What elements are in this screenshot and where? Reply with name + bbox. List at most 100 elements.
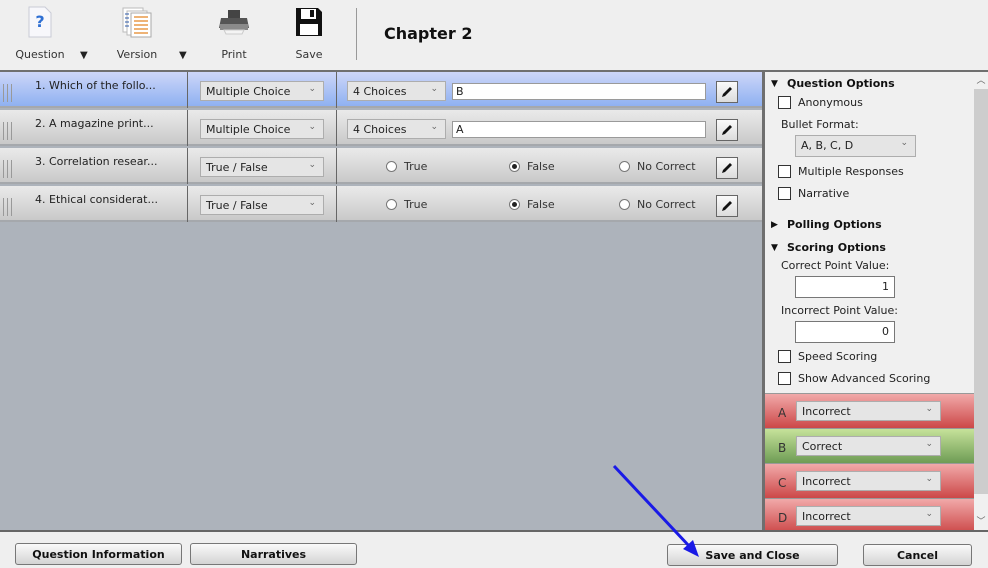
question-type-select[interactable]: Multiple Choice ⌄ xyxy=(200,81,324,101)
radio-false[interactable]: False xyxy=(509,198,555,211)
edit-question-button[interactable] xyxy=(716,119,738,141)
pencil-icon xyxy=(722,125,732,135)
print-label: Print xyxy=(221,48,247,61)
question-row[interactable]: 1. Which of the follo... Multiple Choice… xyxy=(0,72,762,108)
drag-handle[interactable] xyxy=(3,84,12,102)
question-type-select[interactable]: True / False ⌄ xyxy=(200,195,324,215)
checkbox[interactable] xyxy=(778,187,791,200)
choices-count-select[interactable]: 4 Choices ⌄ xyxy=(347,119,446,139)
question-icon: ? xyxy=(28,6,52,38)
radio-button[interactable] xyxy=(619,161,630,172)
narrative-checkbox[interactable]: Narrative xyxy=(778,187,849,200)
print-button[interactable]: Print xyxy=(214,0,254,68)
drag-handle[interactable] xyxy=(3,198,12,216)
checkbox[interactable] xyxy=(778,165,791,178)
radio-no-correct[interactable]: No Correct xyxy=(619,198,696,211)
answer-letter: D xyxy=(778,511,788,525)
checkbox-label: Show Advanced Scoring xyxy=(798,372,931,385)
radio-no-correct[interactable]: No Correct xyxy=(619,160,696,173)
radio-true[interactable]: True xyxy=(386,160,427,173)
drag-handle[interactable] xyxy=(3,160,12,178)
question-information-button[interactable]: Question Information xyxy=(15,543,182,565)
cancel-button[interactable]: Cancel xyxy=(863,544,972,566)
question-row[interactable]: 2. A magazine print... Multiple Choice ⌄ … xyxy=(0,110,762,146)
question-button[interactable]: ? Question xyxy=(14,0,66,68)
multiple-responses-checkbox[interactable]: Multiple Responses xyxy=(778,165,904,178)
edit-question-button[interactable] xyxy=(716,81,738,103)
radio-button[interactable] xyxy=(509,199,520,210)
question-dropdown-arrow[interactable]: ▼ xyxy=(80,50,88,61)
scroll-down-icon[interactable]: ﹀ xyxy=(974,514,988,528)
correct-answer-input[interactable]: B xyxy=(452,83,706,100)
floppy-save-icon xyxy=(296,8,322,36)
correct-point-label: Correct Point Value: xyxy=(781,259,890,272)
radio-button[interactable] xyxy=(619,199,630,210)
answer-score-value: Incorrect xyxy=(802,405,851,418)
chevron-down-icon: ⌄ xyxy=(308,122,316,132)
drag-handle[interactable] xyxy=(3,122,12,140)
triangle-right-icon: ▶ xyxy=(771,219,778,230)
answer-score-value: Incorrect xyxy=(802,510,851,523)
chevron-down-icon: ⌄ xyxy=(925,474,933,484)
triangle-down-icon: ▼ xyxy=(771,78,778,89)
answer-score-select[interactable]: Incorrect ⌄ xyxy=(796,506,941,526)
scoring-options-header[interactable]: ▼ Scoring Options xyxy=(771,241,886,254)
checkbox[interactable] xyxy=(778,372,791,385)
bullet-format-label: Bullet Format: xyxy=(781,118,859,131)
chevron-down-icon: ⌄ xyxy=(900,138,908,148)
chevron-down-icon: ⌄ xyxy=(308,198,316,208)
column-divider xyxy=(336,110,337,146)
checkbox[interactable] xyxy=(778,350,791,363)
polling-options-header[interactable]: ▶ Polling Options xyxy=(771,218,882,231)
question-row[interactable]: 4. Ethical considerat... True / False ⌄ T… xyxy=(0,186,762,222)
incorrect-point-input[interactable]: 0 xyxy=(795,321,895,343)
column-divider xyxy=(187,110,188,146)
chevron-down-icon: ⌄ xyxy=(308,84,316,94)
version-button[interactable]: Version xyxy=(114,0,160,68)
correct-answer-input[interactable]: A xyxy=(452,121,706,138)
radio-label: No Correct xyxy=(637,198,696,211)
column-divider xyxy=(336,72,337,108)
scroll-up-icon[interactable]: ︿ xyxy=(974,73,988,87)
radio-button[interactable] xyxy=(386,161,397,172)
section-title: Scoring Options xyxy=(787,241,886,254)
question-options-header[interactable]: ▼ Question Options xyxy=(771,77,895,90)
options-scrollbar[interactable]: ︿ ﹀ xyxy=(974,72,988,530)
printer-icon xyxy=(219,10,249,35)
checkbox[interactable] xyxy=(778,96,791,109)
show-advanced-scoring-checkbox[interactable]: Show Advanced Scoring xyxy=(778,372,930,385)
scroll-thumb[interactable] xyxy=(974,89,988,494)
pencil-icon xyxy=(722,201,732,211)
choices-count-select[interactable]: 4 Choices ⌄ xyxy=(347,81,446,101)
section-title: Question Options xyxy=(787,77,895,90)
save-button[interactable]: Save xyxy=(292,0,326,68)
question-type-select[interactable]: Multiple Choice ⌄ xyxy=(200,119,324,139)
version-icon xyxy=(122,7,152,38)
radio-button[interactable] xyxy=(509,161,520,172)
correct-point-input[interactable]: 1 xyxy=(795,276,895,298)
speed-scoring-checkbox[interactable]: Speed Scoring xyxy=(778,350,877,363)
answer-letter: A xyxy=(778,406,787,420)
question-title: 4. Ethical considerat... xyxy=(35,193,158,206)
anonymous-checkbox[interactable]: Anonymous xyxy=(778,96,863,109)
question-row[interactable]: 3. Correlation resear... True / False ⌄ T… xyxy=(0,148,762,184)
narratives-button[interactable]: Narratives xyxy=(190,543,357,565)
radio-true[interactable]: True xyxy=(386,198,427,211)
answer-score-select[interactable]: Correct ⌄ xyxy=(796,436,941,456)
save-and-close-button[interactable]: Save and Close xyxy=(667,544,838,566)
answer-score-select[interactable]: Incorrect ⌄ xyxy=(796,471,941,491)
page-title: Chapter 2 xyxy=(384,24,473,43)
radio-button[interactable] xyxy=(386,199,397,210)
version-dropdown-arrow[interactable]: ▼ xyxy=(179,50,187,61)
bullet-format-select[interactable]: A, B, C, D ⌄ xyxy=(795,135,916,157)
section-title: Polling Options xyxy=(787,218,882,231)
radio-false[interactable]: False xyxy=(509,160,555,173)
answer-score-select[interactable]: Incorrect ⌄ xyxy=(796,401,941,421)
edit-question-button[interactable] xyxy=(716,157,738,179)
edit-question-button[interactable] xyxy=(716,195,738,217)
chevron-down-icon: ⌄ xyxy=(925,404,933,414)
question-type-select[interactable]: True / False ⌄ xyxy=(200,157,324,177)
question-type-value: True / False xyxy=(206,199,268,212)
answer-row-b: B Correct ⌄ xyxy=(765,428,976,463)
answer-score-value: Correct xyxy=(802,440,843,453)
